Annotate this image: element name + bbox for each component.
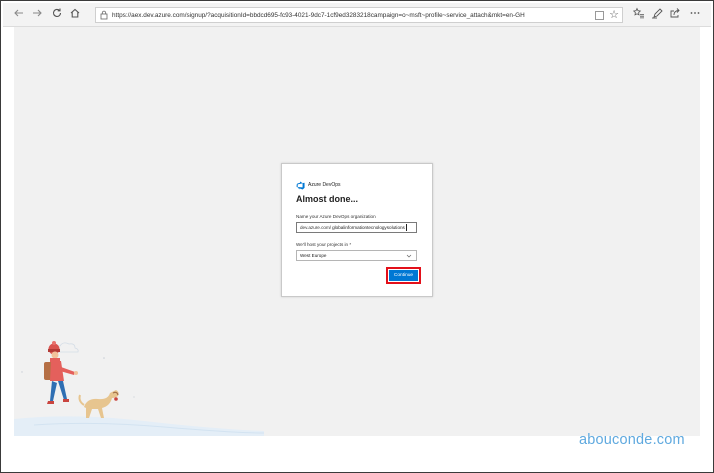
forward-icon[interactable] — [29, 7, 45, 23]
signup-dialog: Azure DevOps Almost done... Name your Az… — [281, 163, 433, 297]
star-icon[interactable]: ☆ — [609, 8, 619, 22]
reading-view-icon[interactable] — [595, 11, 604, 20]
pen-icon[interactable] — [649, 7, 665, 23]
refresh-icon[interactable] — [49, 7, 65, 23]
organization-url-prefix: dev.azure.com/ — [300, 225, 332, 230]
back-icon[interactable] — [11, 7, 27, 23]
watermark: abouconde.com — [579, 432, 685, 448]
chevron-down-icon[interactable] — [406, 253, 412, 259]
screenshot-frame: https://aex.dev.azure.com/signup/?acquis… — [0, 0, 714, 473]
hiker-with-dog-illustration — [14, 341, 264, 436]
page-content: Azure DevOps Almost done... Name your Az… — [14, 27, 700, 436]
page-title: Almost done... — [296, 194, 359, 204]
home-icon[interactable] — [67, 7, 83, 23]
organization-label: Name your Azure DevOps organization — [296, 214, 376, 219]
organization-name-input[interactable]: dev.azure.com/ globalinformationtecnolog… — [296, 222, 417, 233]
brand-label: Azure DevOps — [308, 182, 341, 188]
text-cursor — [405, 224, 407, 231]
azure-devops-logo-icon — [296, 181, 305, 189]
region-selected-value[interactable]: West Europe — [300, 253, 326, 258]
favorites-icon[interactable] — [631, 7, 647, 23]
region-dropdown[interactable]: West Europe — [296, 250, 417, 261]
organization-name-value[interactable]: globalinformationtecnologysolutions — [332, 225, 405, 230]
share-icon[interactable] — [667, 7, 683, 23]
browser-toolbar: https://aex.dev.azure.com/signup/?acquis… — [3, 3, 711, 27]
continue-button[interactable]: Continue — [389, 270, 418, 281]
more-icon[interactable] — [687, 7, 703, 23]
brand: Azure DevOps — [296, 180, 341, 190]
region-label: We'll host your projects in * — [296, 242, 352, 247]
address-bar[interactable]: https://aex.dev.azure.com/signup/?acquis… — [95, 7, 623, 23]
lock-icon — [100, 10, 108, 20]
url-text[interactable]: https://aex.dev.azure.com/signup/?acquis… — [112, 10, 525, 21]
